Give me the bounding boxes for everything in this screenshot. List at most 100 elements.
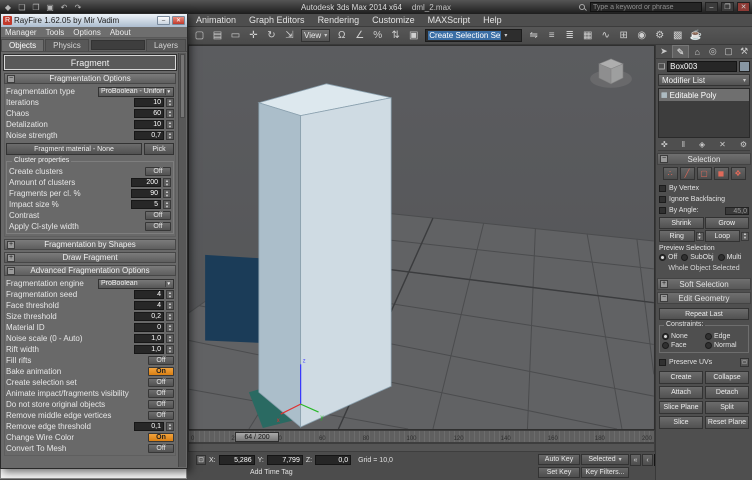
element-icon[interactable]: ❖ — [730, 167, 746, 180]
constraint-radio[interactable]: Normal — [705, 342, 746, 349]
by-angle-checkbox[interactable]: By Angle: 45,0 — [659, 205, 749, 216]
slice-plane-button[interactable]: Slice Plane — [659, 401, 703, 414]
schematic-view-icon[interactable]: ⊞ — [615, 28, 632, 43]
ring-button[interactable]: Ring — [659, 230, 695, 242]
collapse-button[interactable]: Collapse — [705, 371, 749, 384]
z-coordinate-field[interactable]: 0,0 — [315, 455, 352, 465]
motion-tab[interactable]: ◎ — [705, 45, 721, 58]
minimize-icon[interactable]: ‒ — [157, 16, 170, 25]
param-value[interactable]: 4 — [134, 301, 164, 310]
spinner-icon[interactable] — [166, 422, 174, 431]
spinner-icon[interactable] — [166, 334, 174, 343]
param-value[interactable]: 60 — [134, 109, 164, 118]
param-value[interactable]: Off — [148, 400, 174, 409]
repeat-last-button[interactable]: Repeat Last — [659, 308, 749, 320]
rayfire-menu-item[interactable]: Tools — [46, 28, 65, 37]
preserve-uvs-checkbox[interactable]: Preserve UVs □ — [659, 357, 749, 368]
stack-item-editable-poly[interactable]: ▦ Editable Poly — [659, 89, 749, 101]
spinner-icon[interactable] — [163, 178, 171, 187]
ignore-backfacing-checkbox[interactable]: Ignore Backfacing — [659, 194, 749, 205]
auto-key-button[interactable]: Auto Key — [538, 454, 580, 465]
fragment-material-button[interactable]: Fragment material - None — [6, 143, 142, 155]
param-value[interactable]: 10 — [134, 120, 164, 129]
rollout-advanced-fragmentation-options[interactable]: − Advanced Fragmentation Options — [4, 265, 176, 276]
named-selection-set-field[interactable]: Create Selection Se ▾ — [425, 29, 523, 42]
spinner-icon[interactable] — [166, 312, 174, 321]
rayfire-titlebar[interactable]: R RayFire 1.62.05 by Mir Vadim ‒ ✕ — [1, 14, 187, 27]
add-time-tag[interactable]: Add Time Tag — [250, 469, 293, 476]
utilities-tab[interactable]: ⚒ — [736, 45, 752, 58]
modifier-list-dropdown[interactable]: Modifier List ▾ — [658, 74, 750, 86]
spinner-icon[interactable] — [166, 109, 174, 118]
spinner-icon[interactable] — [163, 189, 171, 198]
reference-coordinate-dropdown[interactable]: View ▾ — [301, 29, 331, 42]
rayfire-scrollbar[interactable] — [178, 53, 186, 467]
rayfire-menu-item[interactable]: About — [110, 28, 131, 37]
go-to-start-icon[interactable]: « — [630, 454, 641, 466]
fragmentation-engine-dropdown[interactable]: ProBoolean ▾ — [98, 278, 174, 289]
rendered-frame-icon[interactable]: ▩ — [669, 28, 686, 43]
mirror-icon[interactable]: ⇋ — [525, 28, 542, 43]
spinner-icon[interactable] — [166, 98, 174, 107]
pin-stack-icon[interactable]: ✜ — [661, 140, 668, 149]
close-icon[interactable]: ✕ — [737, 2, 750, 12]
param-value[interactable]: 5 — [131, 200, 161, 209]
object-color-swatch[interactable] — [739, 61, 750, 72]
modifier-stack[interactable]: ▦ Editable Poly — [658, 88, 750, 138]
remove-modifier-icon[interactable]: ✕ — [719, 140, 726, 149]
param-value[interactable]: Off — [145, 222, 171, 231]
menu-item[interactable]: Graph Editors — [249, 15, 305, 25]
tab-physics[interactable]: Physics — [45, 39, 89, 51]
spinner-icon[interactable] — [166, 323, 174, 332]
render-icon[interactable]: ☕ — [687, 28, 704, 43]
param-value[interactable]: 4 — [134, 290, 164, 299]
rollout-selection[interactable]: − Selection — [657, 153, 751, 165]
maximize-icon[interactable]: ❐ — [721, 2, 734, 12]
by-vertex-checkbox[interactable]: By Vertex — [659, 183, 749, 194]
border-icon[interactable]: ▢ — [696, 167, 712, 180]
time-slider[interactable]: 64 / 200 — [235, 432, 279, 442]
spinner-icon[interactable] — [166, 120, 174, 129]
constraint-radio[interactable]: Face — [662, 342, 703, 349]
minimize-icon[interactable]: ‒ — [705, 2, 718, 12]
reset-plane-button[interactable]: Reset Plane — [705, 416, 749, 429]
menu-item[interactable]: Rendering — [318, 15, 360, 25]
param-value[interactable]: 0,1 — [134, 422, 164, 431]
menu-item[interactable]: MAXScript — [428, 15, 471, 25]
spinner-snap-icon[interactable]: ⇅ — [387, 28, 404, 43]
param-value[interactable]: 200 — [131, 178, 161, 187]
attach-button[interactable]: Attach — [659, 386, 703, 399]
settings-icon[interactable]: □ — [740, 358, 749, 367]
track-bar[interactable] — [188, 443, 655, 452]
show-end-result-icon[interactable]: ‖ — [682, 140, 685, 149]
rollout-edit-geometry[interactable]: − Edit Geometry — [657, 292, 751, 304]
render-setup-icon[interactable]: ⚙ — [651, 28, 668, 43]
param-value[interactable]: 1,0 — [134, 345, 164, 354]
param-value[interactable]: Off — [148, 356, 174, 365]
fragment-button[interactable]: Fragment — [3, 54, 177, 71]
rollout-draw-fragment[interactable]: + Draw Fragment — [4, 252, 176, 263]
rollout-fragmentation-by-shapes[interactable]: + Fragmentation by Shapes — [4, 239, 176, 250]
preview-radio[interactable]: Off — [659, 254, 677, 261]
y-coordinate-field[interactable]: 7,799 — [266, 455, 303, 465]
x-coordinate-field[interactable]: 5,286 — [218, 455, 255, 465]
menu-item[interactable]: Animation — [196, 15, 236, 25]
spinner-icon[interactable] — [166, 290, 174, 299]
curve-editor-icon[interactable]: ∿ — [597, 28, 614, 43]
create-tab[interactable]: ➤ — [656, 45, 672, 58]
named-sets-icon[interactable]: ▣ — [405, 28, 422, 43]
modify-tab[interactable]: ✎ — [671, 45, 690, 58]
material-editor-icon[interactable]: ◉ — [633, 28, 650, 43]
redo-icon[interactable]: ↷ — [72, 3, 84, 12]
region-select-icon[interactable]: ▭ — [227, 28, 244, 43]
tab-layers[interactable]: Layers — [145, 39, 186, 51]
param-value[interactable]: Off — [148, 444, 174, 453]
param-value[interactable]: Off — [148, 389, 174, 398]
constraint-radio[interactable]: None — [662, 333, 703, 340]
graphite-ribbon-icon[interactable]: ▦ — [579, 28, 596, 43]
box-object[interactable] — [257, 83, 392, 428]
param-value[interactable]: Off — [145, 211, 171, 220]
shrink-button[interactable]: Shrink — [659, 217, 704, 229]
rotate-icon[interactable]: ↻ — [263, 28, 280, 43]
save-file-icon[interactable]: ▣ — [44, 3, 56, 12]
